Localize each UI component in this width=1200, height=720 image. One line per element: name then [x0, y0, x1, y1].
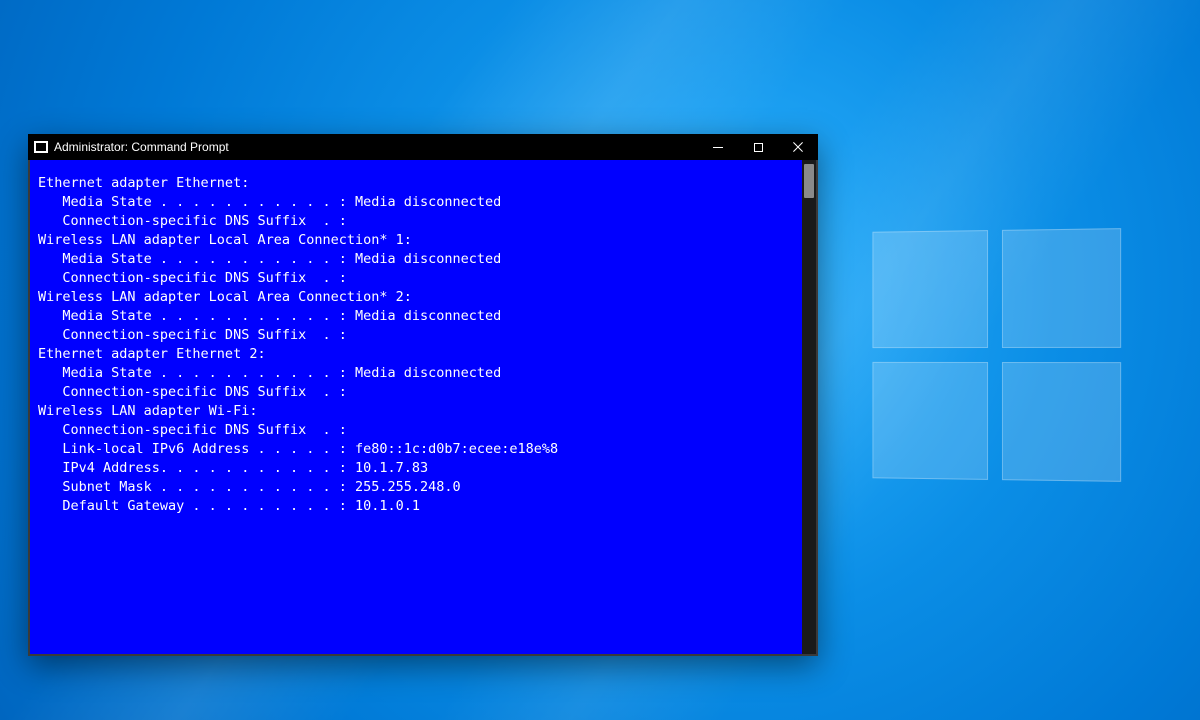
window-title: Administrator: Command Prompt	[54, 140, 229, 154]
terminal-line: IPv4 Address. . . . . . . . . . . : 10.1…	[38, 459, 794, 478]
command-prompt-window: Administrator: Command Prompt Ethernet a…	[28, 134, 818, 656]
desktop-wallpaper: Administrator: Command Prompt Ethernet a…	[0, 0, 1200, 720]
terminal-line: Wireless LAN adapter Wi-Fi:	[38, 402, 794, 421]
terminal-line: Connection-specific DNS Suffix . :	[38, 421, 794, 440]
terminal-line: Default Gateway . . . . . . . . . : 10.1…	[38, 497, 794, 516]
close-button[interactable]	[778, 134, 818, 160]
minimize-button[interactable]	[698, 134, 738, 160]
terminal-line: Connection-specific DNS Suffix . :	[38, 269, 794, 288]
scrollbar-thumb[interactable]	[804, 164, 814, 198]
terminal-line: Link-local IPv6 Address . . . . . : fe80…	[38, 440, 794, 459]
minimize-icon	[713, 147, 723, 148]
close-icon	[793, 142, 804, 153]
terminal-line: Subnet Mask . . . . . . . . . . . : 255.…	[38, 478, 794, 497]
cmd-icon	[34, 141, 48, 153]
terminal-line: Wireless LAN adapter Local Area Connecti…	[38, 231, 794, 250]
terminal-line: Media State . . . . . . . . . . . : Medi…	[38, 193, 794, 212]
terminal-line: Ethernet adapter Ethernet:	[38, 174, 794, 193]
terminal-line: Media State . . . . . . . . . . . : Medi…	[38, 250, 794, 269]
terminal-line: Media State . . . . . . . . . . . : Medi…	[38, 364, 794, 383]
maximize-icon	[754, 143, 763, 152]
terminal-line: Connection-specific DNS Suffix . :	[38, 383, 794, 402]
terminal-line: Connection-specific DNS Suffix . :	[38, 326, 794, 345]
titlebar[interactable]: Administrator: Command Prompt	[28, 134, 818, 160]
terminal-line: Media State . . . . . . . . . . . : Medi…	[38, 307, 794, 326]
maximize-button[interactable]	[738, 134, 778, 160]
terminal-output[interactable]: Ethernet adapter Ethernet: Media State .…	[30, 160, 802, 654]
terminal-line: Wireless LAN adapter Local Area Connecti…	[38, 288, 794, 307]
terminal-line: Connection-specific DNS Suffix . :	[38, 212, 794, 231]
terminal-area[interactable]: Ethernet adapter Ethernet: Media State .…	[28, 160, 818, 656]
terminal-line: Ethernet adapter Ethernet 2:	[38, 345, 794, 364]
windows-logo-icon	[872, 228, 1121, 482]
scrollbar-track[interactable]	[802, 160, 816, 654]
